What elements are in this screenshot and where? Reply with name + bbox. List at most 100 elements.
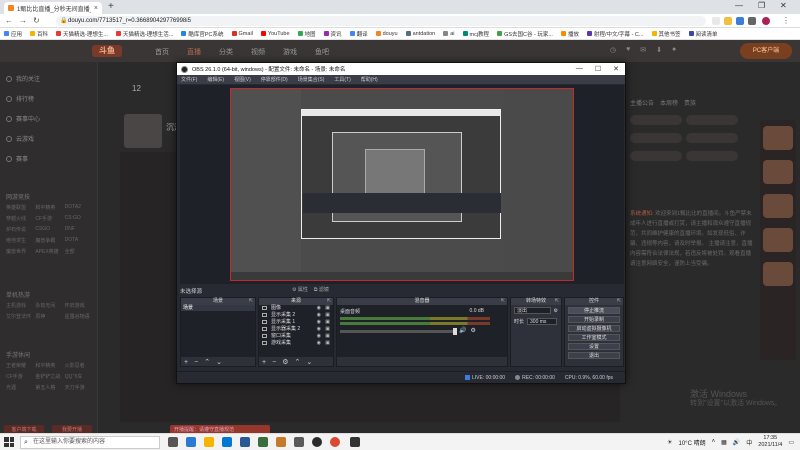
source-item[interactable]: 显示采集 2 ◉ ▣ (259, 312, 333, 319)
puzzle-icon[interactable] (748, 17, 756, 25)
rp-button[interactable] (630, 133, 682, 143)
source-item[interactable]: 显示器采集 2 ◉ ▣ (259, 326, 333, 333)
duration-input[interactable]: 300 ms (527, 318, 558, 325)
bookmark-item[interactable]: mcj教程 (462, 30, 489, 38)
obs-menu-item[interactable]: 帮助(H) (361, 76, 378, 83)
source-item[interactable]: 图像 ◉ ▣ (259, 305, 333, 312)
move-up-icon[interactable]: ⌃ (204, 358, 210, 366)
volume-icon[interactable]: 🔊 (733, 439, 740, 446)
bookmark-item[interactable]: GS去国C谷 - 玩家... (497, 30, 553, 38)
notification-icon[interactable]: ▭ (788, 439, 794, 446)
right-panel-tab[interactable]: 本周榜 (660, 98, 678, 107)
obs-menu-item[interactable]: 场景集合(S) (298, 76, 325, 83)
bookmark-item[interactable]: 射程/中文/字幕 - C... (586, 30, 644, 38)
category-link[interactable]: APEX英雄 (35, 248, 64, 255)
source-item[interactable]: 窗口采集 ◉ ▣ (259, 333, 333, 340)
task-view-icon[interactable] (168, 437, 178, 447)
browser-tab[interactable]: 1甄比比直播_分秒无间直播_斗鱼 × (4, 2, 102, 14)
menu-dots-icon[interactable]: ⋮ (782, 16, 790, 25)
network-icon[interactable]: ▦ (721, 439, 727, 446)
category-link[interactable]: CS:GO (65, 215, 94, 222)
rp-button[interactable] (630, 115, 682, 125)
url-input[interactable]: 🔒 douyu.com/7713517_r=0.366890429776998i… (56, 16, 706, 26)
gear-icon[interactable]: ⚙ (470, 327, 475, 334)
category-link[interactable]: 英雄联盟 (6, 204, 35, 211)
category-link[interactable]: DNF (65, 226, 94, 233)
remove-icon[interactable]: − (194, 359, 198, 366)
windows-start-icon[interactable] (4, 437, 14, 447)
category-link[interactable]: 艾尔登法环 (6, 313, 35, 320)
category-link[interactable]: CF手游 (6, 373, 35, 380)
category-link[interactable]: 绝地求生 (6, 237, 35, 244)
control-button[interactable]: 启动虚拟摄像机 (568, 325, 620, 332)
gift-icon[interactable] (763, 228, 793, 252)
obs-menu-item[interactable]: 工具(T) (334, 76, 350, 83)
profile-avatar[interactable] (762, 17, 770, 25)
follow-icon[interactable]: ♥ (626, 46, 630, 54)
share-icon[interactable] (712, 17, 720, 25)
rp-button[interactable] (686, 133, 738, 143)
category-link[interactable]: 第五人格 (35, 384, 64, 391)
store-icon[interactable] (222, 437, 232, 447)
eye-icon[interactable]: ◉ (317, 319, 321, 326)
dock-float-icon[interactable]: ⇱ (327, 298, 331, 305)
gift-icon[interactable] (763, 262, 793, 286)
dock-float-icon[interactable]: ⇱ (249, 298, 253, 305)
site-nav-item[interactable]: 直播 (187, 47, 201, 57)
ime-indicator[interactable]: 中 (746, 438, 752, 447)
obs-menu-item[interactable]: 停靠部件(D) (261, 76, 288, 83)
bookmark-item[interactable]: 地图 (297, 30, 316, 38)
category-link[interactable]: 永劫无间 (35, 302, 64, 309)
douyu-logo[interactable]: 斗鱼 (92, 45, 122, 57)
bookmark-item[interactable]: Gmail (231, 31, 253, 37)
right-panel-tab[interactable]: 主播公告 (630, 98, 654, 107)
eye-icon[interactable]: ◉ (317, 326, 321, 333)
bookmark-item[interactable]: 百科 (30, 30, 48, 38)
lock-icon[interactable]: ▣ (325, 333, 330, 340)
extension-icon[interactable] (736, 17, 744, 25)
obs-menu-item[interactable]: 编辑(E) (207, 76, 224, 83)
app-icon[interactable] (294, 437, 304, 447)
dock-float-icon[interactable]: ⇱ (617, 298, 621, 305)
site-nav-item[interactable]: 鱼吧 (315, 47, 329, 57)
move-down-icon[interactable]: ⌄ (216, 358, 222, 366)
rp-button[interactable] (630, 151, 682, 161)
category-link[interactable]: 怀旧游戏 (65, 302, 94, 309)
category-link[interactable]: 魔兽争霸 (35, 237, 64, 244)
control-button[interactable]: 停止推流 (568, 307, 620, 314)
streamer-avatar[interactable] (124, 114, 162, 148)
category-link[interactable]: 火影忍者 (65, 362, 94, 369)
obs-close-icon[interactable]: ✕ (613, 65, 619, 73)
source-item[interactable]: 游戏采集 ◉ ▣ (259, 340, 333, 347)
obs-maximize-icon[interactable]: ☐ (595, 65, 601, 73)
edge-icon[interactable] (186, 437, 196, 447)
category-link[interactable]: 天刀手游 (65, 384, 94, 391)
eye-icon[interactable]: ◉ (317, 312, 321, 319)
move-up-icon[interactable]: ⌃ (294, 358, 300, 366)
category-link[interactable]: DOTA2 (65, 204, 94, 211)
gift-icon[interactable] (763, 194, 793, 218)
bookmark-item[interactable]: 翻译 (349, 30, 368, 38)
bookmark-item[interactable]: ai (443, 31, 455, 37)
control-button[interactable]: 设置 (568, 343, 620, 350)
bookmark-item[interactable]: 阅读清单 (688, 30, 718, 38)
new-tab-button[interactable]: + (108, 1, 114, 12)
category-link[interactable]: 全部 (65, 248, 94, 255)
category-link[interactable]: 炉石传说 (6, 226, 35, 233)
bookmark-item[interactable]: 酷库官PC系统 (181, 30, 224, 38)
category-link[interactable]: 主机游戏 (6, 302, 35, 309)
sidebar-item[interactable]: 云游戏 (6, 134, 34, 143)
properties-button[interactable]: ⚙ 属性 (292, 286, 308, 293)
bookmark-item[interactable]: 资讯 (323, 30, 342, 38)
filters-button[interactable]: ⧉ 滤镜 (314, 286, 329, 293)
site-nav-item[interactable]: 视频 (251, 47, 265, 57)
category-link[interactable]: 金铲铲之战 (35, 373, 64, 380)
lock-icon[interactable]: ▣ (325, 340, 330, 347)
control-button[interactable]: 开始录制 (568, 316, 620, 323)
bookmark-item[interactable]: 播放 (560, 30, 579, 38)
minimize-icon[interactable]: — (735, 1, 743, 10)
close-window-icon[interactable]: ✕ (780, 1, 787, 10)
category-link[interactable]: CSGO (35, 226, 64, 233)
message-icon[interactable]: ✉ (640, 46, 646, 54)
star-icon[interactable] (724, 17, 732, 25)
